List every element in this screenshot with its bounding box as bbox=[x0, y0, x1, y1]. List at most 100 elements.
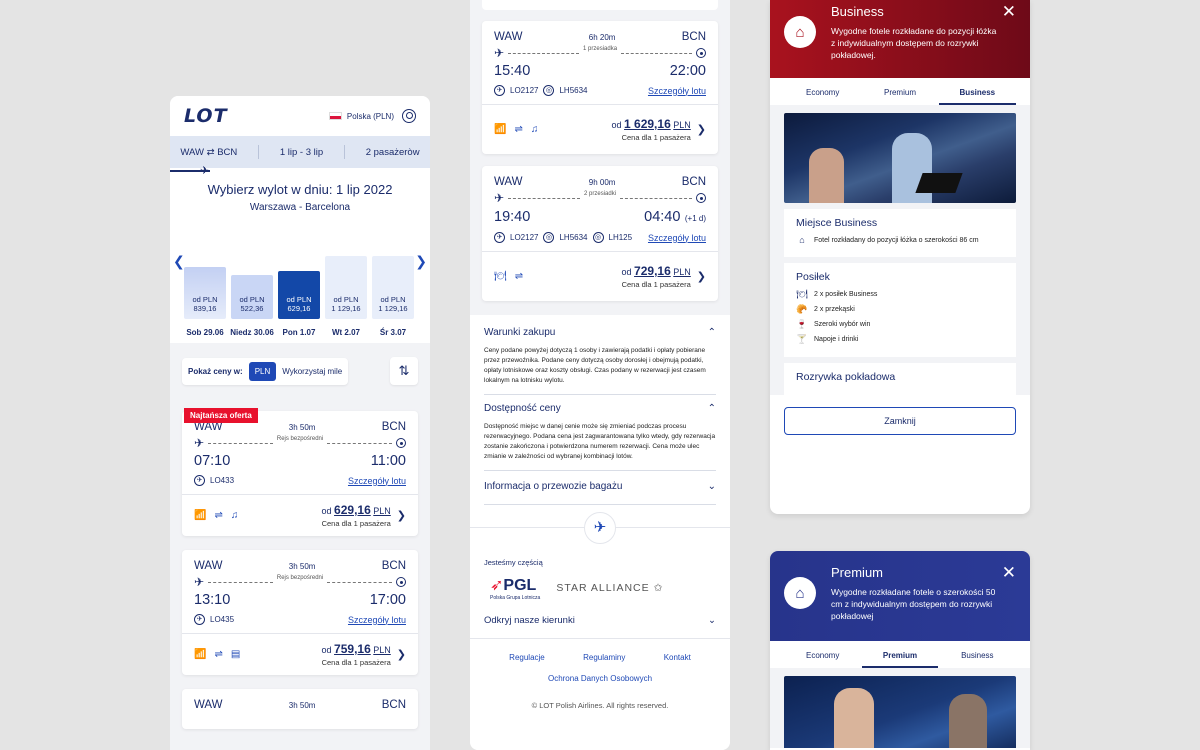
chevron-right-icon[interactable]: ❯ bbox=[397, 509, 406, 522]
price-note: Cena dla 1 pasażera bbox=[621, 133, 691, 142]
calendar-bar[interactable]: od PLN 522,36 bbox=[231, 275, 273, 319]
accordion-title: Warunki zakupu bbox=[484, 327, 556, 338]
calendar-date[interactable]: Niedz 30.06 bbox=[227, 328, 277, 337]
flight-card[interactable]: WAW 3h 50m BCN ✈ Rejs bezpośredni 07:10 … bbox=[182, 411, 418, 536]
lufthansa-icon: ◎ bbox=[592, 232, 604, 243]
calendar-date[interactable]: Śr 3.07 bbox=[368, 328, 418, 337]
pln-option[interactable]: PLN bbox=[248, 361, 277, 381]
country-selector[interactable]: Polska (PLN) bbox=[328, 112, 394, 121]
tab-economy[interactable]: Economy bbox=[784, 88, 861, 105]
usb-icon: ⇌ bbox=[214, 510, 223, 521]
accordion-header[interactable]: Dostępność ceny ⌃ bbox=[484, 395, 716, 422]
passenger-figure bbox=[809, 148, 844, 203]
flight-card[interactable]: WAW 3h 50m BCN ✈ Rejs bezpośredni 13:10 … bbox=[182, 550, 418, 675]
flight-card[interactable]: WAW 6h 20m BCN ✈ 1 przesiadka 15:40 22:0… bbox=[482, 21, 718, 154]
wifi-icon: 📶 bbox=[194, 649, 207, 660]
pgl-logo[interactable]: ➶PGL Polska Grupa Lotnicza bbox=[490, 575, 540, 601]
tab-business[interactable]: Business bbox=[939, 88, 1016, 105]
flight-details-link[interactable]: Szczegóły lotu bbox=[348, 476, 406, 486]
calendar-bar[interactable]: od PLN 1 129,16 bbox=[325, 256, 367, 319]
accordion-text: Dostępność miejsc w danej cenie może się… bbox=[484, 422, 716, 471]
calendar-bar[interactable]: od PLN 839,16 bbox=[184, 266, 226, 319]
price-block[interactable]: od 1 629,16 PLN Cena dla 1 pasażera bbox=[612, 117, 691, 142]
chevron-right-icon[interactable]: ❯ bbox=[697, 270, 706, 283]
star-icon: ✩ bbox=[653, 582, 664, 594]
flight-number: LO2127 bbox=[510, 233, 539, 242]
route-subtitle: Warszawa - Barcelona bbox=[249, 202, 351, 213]
flight-card[interactable]: WAW 9h 00m BCN ✈ 2 przesiadki 19:40 04:4… bbox=[482, 166, 718, 301]
tab-premium[interactable]: Premium bbox=[861, 651, 939, 668]
price-prefix: od bbox=[621, 267, 632, 277]
modal-content: Miejsce Business ⌂ Fotel rozkładany do po… bbox=[770, 105, 1030, 395]
footer-link-contact[interactable]: Kontakt bbox=[664, 653, 691, 662]
modal-title: Business bbox=[831, 4, 884, 19]
calendar-date[interactable]: Sob 29.06 bbox=[180, 328, 230, 337]
premium-cabin-photo bbox=[784, 676, 1016, 748]
price-currency: PLN bbox=[673, 120, 691, 130]
flight-details-link[interactable]: Szczegóły lotu bbox=[648, 233, 706, 243]
price-currency: PLN bbox=[673, 267, 691, 277]
amenities: 📶 ⇌ ▤ bbox=[194, 649, 240, 660]
flight-card[interactable]: WAW 3h 50m BCN bbox=[182, 689, 418, 729]
calendar-bar[interactable]: od PLN 629,16 bbox=[278, 270, 320, 319]
flight-details-link[interactable]: Szczegóły lotu bbox=[348, 615, 406, 625]
chevron-right-icon[interactable]: ❯ bbox=[415, 253, 427, 270]
route-line: ✈ 1 przesiadka bbox=[494, 46, 706, 60]
duration-value: 9h 00m bbox=[588, 177, 616, 187]
chevron-right-icon[interactable]: ❯ bbox=[697, 123, 706, 136]
star-alliance-logo[interactable]: STAR ALLIANCE ✩ bbox=[556, 582, 663, 594]
discover-destinations[interactable]: Odkryj nasze kierunki ⌄ bbox=[470, 601, 730, 639]
tab-business[interactable]: Business bbox=[939, 651, 1016, 668]
accordion-header[interactable]: Informacja o przewozie bagażu ⌄ bbox=[484, 471, 716, 504]
price-block[interactable]: od 729,16 PLN Cena dla 1 pasażera bbox=[622, 264, 691, 289]
dates-tab[interactable]: 1 lip - 3 lip bbox=[280, 147, 323, 158]
route-line: ✈ Rejs bezpośredni bbox=[194, 575, 407, 589]
top-bar: LOT Polska (PLN) bbox=[170, 96, 430, 136]
footer-link-privacy[interactable]: Ochrona Danych Osobowych bbox=[470, 662, 730, 683]
flight-details-link[interactable]: Szczegóły lotu bbox=[648, 86, 706, 96]
passengers-tab[interactable]: 2 pasażeròw bbox=[366, 147, 420, 158]
accordion-title: Dostępność ceny bbox=[484, 403, 561, 414]
lot-logo[interactable]: LOT bbox=[184, 105, 228, 127]
price-block[interactable]: od 629,16 PLN Cena dla 1 pasażera bbox=[322, 503, 391, 528]
sort-button[interactable]: ⇅ bbox=[390, 357, 418, 385]
pgl-text: PGL bbox=[503, 577, 537, 594]
price-value: 759,16 bbox=[334, 642, 371, 656]
business-class-modal: ⌂ Business Wygodne fotele rozkładane do … bbox=[770, 0, 1030, 514]
passenger-figure bbox=[949, 694, 987, 748]
footer-link-regulations[interactable]: Regulacje bbox=[509, 653, 545, 662]
price-block[interactable]: od 759,16 PLN Cena dla 1 pasażera bbox=[322, 642, 391, 667]
chevron-up-icon: ⌃ bbox=[707, 403, 716, 414]
sort-icon: ⇅ bbox=[398, 363, 410, 378]
accordion-header[interactable]: Warunki zakupu ⌃ bbox=[484, 319, 716, 346]
airplane-icon: ✈ bbox=[494, 46, 505, 60]
amenities: 📶 ⇌ ♫ bbox=[494, 124, 538, 135]
snack-icon: 🥐 bbox=[796, 304, 808, 314]
chevron-right-icon[interactable]: ❯ bbox=[397, 648, 406, 661]
departure-time: 07:10 bbox=[194, 453, 231, 469]
accordion-section: Warunki zakupu ⌃ Ceny podane powyżej dot… bbox=[484, 319, 716, 395]
bar-label: od PLN bbox=[286, 295, 312, 304]
chevron-down-icon: ⌄ bbox=[708, 615, 716, 626]
conditions-accordion: Warunki zakupu ⌃ Ceny podane powyżej dot… bbox=[470, 315, 730, 505]
calendar-date[interactable]: Pon 1.07 bbox=[274, 328, 324, 337]
origin-code: WAW bbox=[194, 699, 223, 711]
close-button[interactable]: Zamknij bbox=[784, 407, 1016, 435]
calendar-bar[interactable]: od PLN 1 129,16 bbox=[372, 256, 414, 319]
footer-link-terms[interactable]: Regulaminy bbox=[583, 653, 625, 662]
bar-price: 1 129,16 bbox=[378, 304, 408, 313]
tab-premium[interactable]: Premium bbox=[862, 88, 939, 105]
route-tab[interactable]: WAW ⇄ BCN bbox=[180, 147, 237, 158]
chevron-left-icon[interactable]: ❮ bbox=[173, 253, 185, 270]
divider bbox=[258, 145, 260, 159]
close-icon[interactable]: ✕ bbox=[1002, 2, 1016, 22]
close-icon[interactable]: ✕ bbox=[1002, 563, 1016, 583]
arrival-time: 11:00 bbox=[370, 453, 406, 469]
calendar-date[interactable]: Wt 2.07 bbox=[321, 328, 371, 337]
tab-economy[interactable]: Economy bbox=[784, 651, 861, 668]
route-line: ✈ Rejs bezpośredni bbox=[194, 436, 407, 450]
user-account-icon[interactable] bbox=[402, 109, 416, 123]
miles-option[interactable]: Wykorzystaj mile bbox=[282, 367, 342, 376]
accordion-section: Dostępność ceny ⌃ Dostępność miejsc w da… bbox=[484, 395, 716, 471]
cheapest-offer-badge: Najtańsza oferta bbox=[184, 408, 258, 423]
